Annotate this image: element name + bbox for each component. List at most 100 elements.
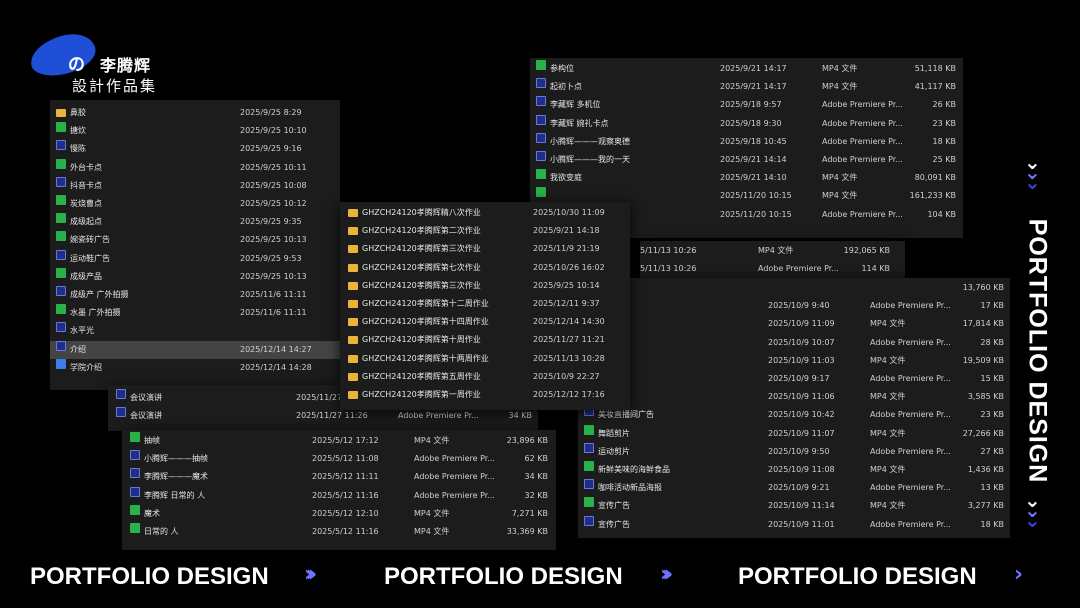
file-date: 2025/10/9 9:17 xyxy=(768,374,830,383)
file-name: 搪炊 xyxy=(70,126,86,136)
file-row[interactable]: 慢陈2025/9/25 9:16Adobe Premiere Pr...19 K… xyxy=(50,140,340,158)
file-row[interactable]: 小腾辉———观察奥德 2025/9/18 10:45 Adobe Premiere … xyxy=(530,132,963,151)
file-row[interactable]: 小腾辉———抽帧 2025/5/12 11:08 Adobe Premiere Pr… xyxy=(122,450,556,468)
file-row[interactable]: 13,760 KB xyxy=(578,279,1010,297)
file-name: GHZCH24120孝腾辉第一周作业 xyxy=(362,390,481,399)
file-date: 2025/12/11 9:37 xyxy=(533,299,600,308)
file-row[interactable]: 学院介绍 2025/12/14 14:28 xyxy=(50,358,340,377)
file-row[interactable]: 2025/10/9 11:09 MP4 文件 17,814 KB xyxy=(578,315,1010,333)
file-date: 2025/5/12 11:16 xyxy=(312,490,379,500)
file-row[interactable]: 日常的 人 2025/5/12 11:16 MP4 文件 33,369 KB xyxy=(122,523,556,541)
file-type: MP4 文件 xyxy=(822,191,858,201)
file-date: 2025/11/6 11:11 xyxy=(240,290,307,299)
folder-icon xyxy=(348,300,358,308)
file-row[interactable]: GHZCH24120孝腾辉第一周作业2025/12/12 17:16文件夹 xyxy=(340,386,630,404)
file-row[interactable]: GHZCH24120孝腾辉第五周作业2025/10/9 22:27文件夹 xyxy=(340,368,630,386)
file-row[interactable]: 介绍 2025/12/14 14:27 xyxy=(50,340,340,359)
file-date: 2025/10/9 9:21 xyxy=(768,483,830,493)
file-date: 5/11/13 10:26 xyxy=(640,264,697,274)
file-row[interactable]: 水墨 广外拍摄 2025/11/6 11:11 xyxy=(50,304,340,322)
footer-label: PORTFOLIO DESIGN xyxy=(30,563,269,590)
footer-label: PORTFOLIO DESIGN xyxy=(738,563,977,590)
file-row[interactable]: 抽帧 2025/5/12 17:12 MP4 文件 23,896 KB xyxy=(122,432,556,450)
file-row[interactable]: 2025/10/9 10:07 Adobe Premiere Pr... 28 KB xyxy=(578,333,1010,352)
file-row[interactable]: 5/11/13 10:26 Adobe Premiere Pr... 114 KB xyxy=(640,260,905,278)
video-file-icon xyxy=(56,231,66,242)
file-row[interactable]: 参构位 2025/9/21 14:17 MP4 文件 51,118 KB xyxy=(530,60,963,78)
file-row[interactable]: 运动鞋广告 2025/9/25 9:53 xyxy=(50,249,340,268)
file-row[interactable]: 2025/10/9 11:06 MP4 文件 3,585 KB xyxy=(578,388,1010,406)
file-row[interactable]: 新鲜美味的海鲜食品 2025/10/9 11:08 MP4 文件 1,436 KB xyxy=(578,461,1010,479)
file-type: MP4 文件 xyxy=(870,319,906,329)
file-row[interactable]: 2025/10/9 11:03 MP4 文件 19,509 KB xyxy=(578,351,1010,370)
file-name: GHZCH24120孝腾辉第三次作业 xyxy=(362,244,481,254)
file-row[interactable]: 水平光 xyxy=(50,322,340,340)
file-row[interactable]: 美妆直播间广告 2025/10/9 10:42 Adobe Premiere Pr.… xyxy=(578,406,1010,424)
file-row[interactable]: 魔术 2025/5/12 12:10 MP4 文件 7,271 KB xyxy=(122,504,556,523)
file-row[interactable]: 小腾辉———我的一天 2025/9/21 14:14 Adobe Premiere … xyxy=(530,151,963,169)
file-row[interactable]: 成级产 广外拍摄 2025/11/6 11:11 xyxy=(50,286,340,304)
file-row[interactable]: 舞蹈剪片 2025/10/9 11:07 MP4 文件 27,266 KB xyxy=(578,424,1010,443)
file-row[interactable]: 成级产品 2025/9/25 10:13 xyxy=(50,267,340,286)
file-size: 15 KB xyxy=(980,374,1004,383)
file-row[interactable]: 搪炊2025/9/25 10:10MP4 文件12,195 KB xyxy=(50,122,340,140)
file-date: 2025/9/18 10:45 xyxy=(720,136,787,146)
file-type: Adobe Premiere Pr... xyxy=(822,209,902,219)
file-type: MP4 文件 xyxy=(870,355,906,365)
premiere-file-icon xyxy=(536,132,546,143)
file-row[interactable]: 我欲变庭 2025/9/21 14:10 MP4 文件 80,091 KB xyxy=(530,169,963,187)
file-row[interactable]: GHZCH24120孝腾辉第七次作业2025/10/26 16:02文件夹 xyxy=(340,259,630,277)
file-row[interactable]: 咖啡活动新品海报 2025/10/9 9:21 Adobe Premiere Pr.… xyxy=(578,479,1010,497)
premiere-file-icon xyxy=(116,407,126,418)
premiere-file-icon xyxy=(56,322,66,333)
file-row[interactable]: GHZCH24120孝腾辉精八次作业2025/10/30 11:09文件夹 xyxy=(340,204,630,222)
file-row[interactable]: 运动剪片 2025/10/9 9:50 Adobe Premiere Pr... 27… xyxy=(578,442,1010,461)
file-row[interactable]: 李腾辉———魔术 2025/5/12 11:11 Adobe Premiere Pr… xyxy=(122,468,556,486)
file-size: 192,065 KB xyxy=(843,246,890,255)
file-type: MP4 文件 xyxy=(822,82,858,92)
brand-name: 李腾辉 xyxy=(100,56,152,75)
file-size: 28 KB xyxy=(980,337,1004,347)
file-row[interactable]: 5/11/13 10:26 MP4 文件 192,065 KB xyxy=(640,242,905,260)
file-row[interactable]: GHZCH24120孝腾辉第十两周作业2025/11/13 10:28文件夹 xyxy=(340,350,630,368)
file-type: MP4 文件 xyxy=(870,428,906,438)
file-row[interactable]: 起初卜点 2025/9/21 14:17 MP4 文件 41,117 KB xyxy=(530,78,963,96)
footer-label: PORTFOLIO DESIGN xyxy=(384,563,623,590)
premiere-file-icon xyxy=(584,442,594,453)
file-name: 学院介绍 xyxy=(70,362,102,372)
file-name: 起初卜点 xyxy=(550,82,582,92)
file-row[interactable]: 宣传广告 2025/10/9 11:14 MP4 文件 3,277 KB xyxy=(578,497,1010,515)
file-row[interactable]: GHZCH24120孝腾辉第十周作业2025/11/27 11:21文件夹 xyxy=(340,331,630,349)
file-name: 抽帧 xyxy=(144,436,160,445)
file-type: Adobe Premiere Pr... xyxy=(822,100,902,110)
file-row[interactable]: 2025/10/9 9:40 Adobe Premiere Pr... 17 KB xyxy=(578,297,1010,315)
premiere-file-icon xyxy=(584,515,594,526)
file-row[interactable]: 抖音卡点2025/9/25 10:08Adobe Premiere Pr...3… xyxy=(50,176,340,195)
file-row[interactable]: 婉瓷砖广告 2025/9/25 10:13 xyxy=(50,231,340,249)
file-size: 41,117 KB xyxy=(914,82,956,92)
file-row[interactable]: 外台卡点2025/9/25 10:11MP4 文件6,676 KB xyxy=(50,158,340,177)
file-row[interactable]: GHZCH24120孝腾辉第三次作业2025/11/9 21:19文件夹 xyxy=(340,240,630,258)
file-name: 水墨 广外拍摄 xyxy=(70,308,121,318)
file-type: Adobe Premiere Pr... xyxy=(870,374,950,383)
file-size: 26 KB xyxy=(932,100,956,110)
premiere-file-icon xyxy=(536,151,546,161)
file-row[interactable]: 鼻胶2025/9/25 8:29文件夹 xyxy=(50,104,340,122)
file-row[interactable]: 炭烧曹点 2025/9/25 10:12 xyxy=(50,195,340,213)
file-row[interactable]: GHZCH24120孝腾辉第二次作业2025/9/21 14:18文件夹 xyxy=(340,222,630,240)
file-row[interactable]: GHZCH24120孝腾辉第十四周作业2025/12/14 14:30文件夹 xyxy=(340,313,630,331)
file-row[interactable]: 李藏辉 婉礼卡点 2025/9/18 9:30 Adobe Premiere Pr.… xyxy=(530,114,963,133)
file-list-panel-d: 5/11/13 10:26 MP4 文件 192,065 KB 5/11/13 10:… xyxy=(640,241,905,279)
video-file-icon xyxy=(56,158,66,169)
file-row[interactable]: GHZCH24120孝腾辉第三次作业2025/9/25 10:14文件夹 xyxy=(340,277,630,295)
file-row[interactable]: 成级起点 2025/9/25 9:35 xyxy=(50,213,340,231)
file-row[interactable]: GHZCH24120孝腾辉第十二周作业2025/12/11 9:37文件夹 xyxy=(340,295,630,313)
file-type: MP4 文件 xyxy=(870,392,906,402)
file-type: Adobe Premiere Pr... xyxy=(822,136,902,146)
file-row[interactable]: 李腾辉 日常的 人 2025/5/12 11:16 Adobe Premiere P… xyxy=(122,486,556,505)
file-type: Adobe Premiere Pr... xyxy=(414,490,494,500)
file-row[interactable]: 2025/10/9 9:17 Adobe Premiere Pr... 15 KB xyxy=(578,370,1010,388)
file-row[interactable]: 宣传广告 2025/10/9 11:01 Adobe Premiere Pr... 1… xyxy=(578,515,1010,534)
file-row[interactable]: 李藏辉 多机位 2025/9/18 9:57 Adobe Premiere Pr..… xyxy=(530,96,963,114)
file-list-panel-g: 抽帧 2025/5/12 17:12 MP4 文件 23,896 KB 小腾辉———抽帧… xyxy=(122,430,556,550)
